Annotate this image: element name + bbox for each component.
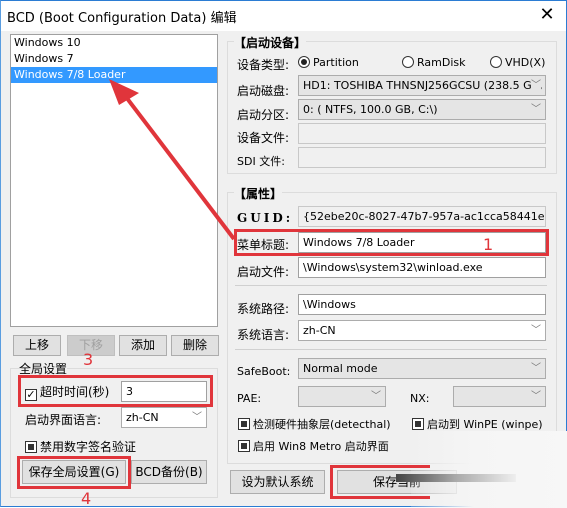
arrow-shaft [121,91,236,241]
annotation-1: 1 [483,235,494,254]
annotation-4: 4 [81,489,92,508]
annotation-3: 3 [83,350,94,369]
highlight-timeout [18,375,213,407]
arrow-head [109,79,139,105]
highlight-menu-title [234,229,549,256]
bcd-editor-window: BCD (Boot Configuration Data) 编辑 ✕ Windo… [0,0,567,508]
highlight-save-current [330,465,430,499]
highlight-save-global [17,456,131,489]
